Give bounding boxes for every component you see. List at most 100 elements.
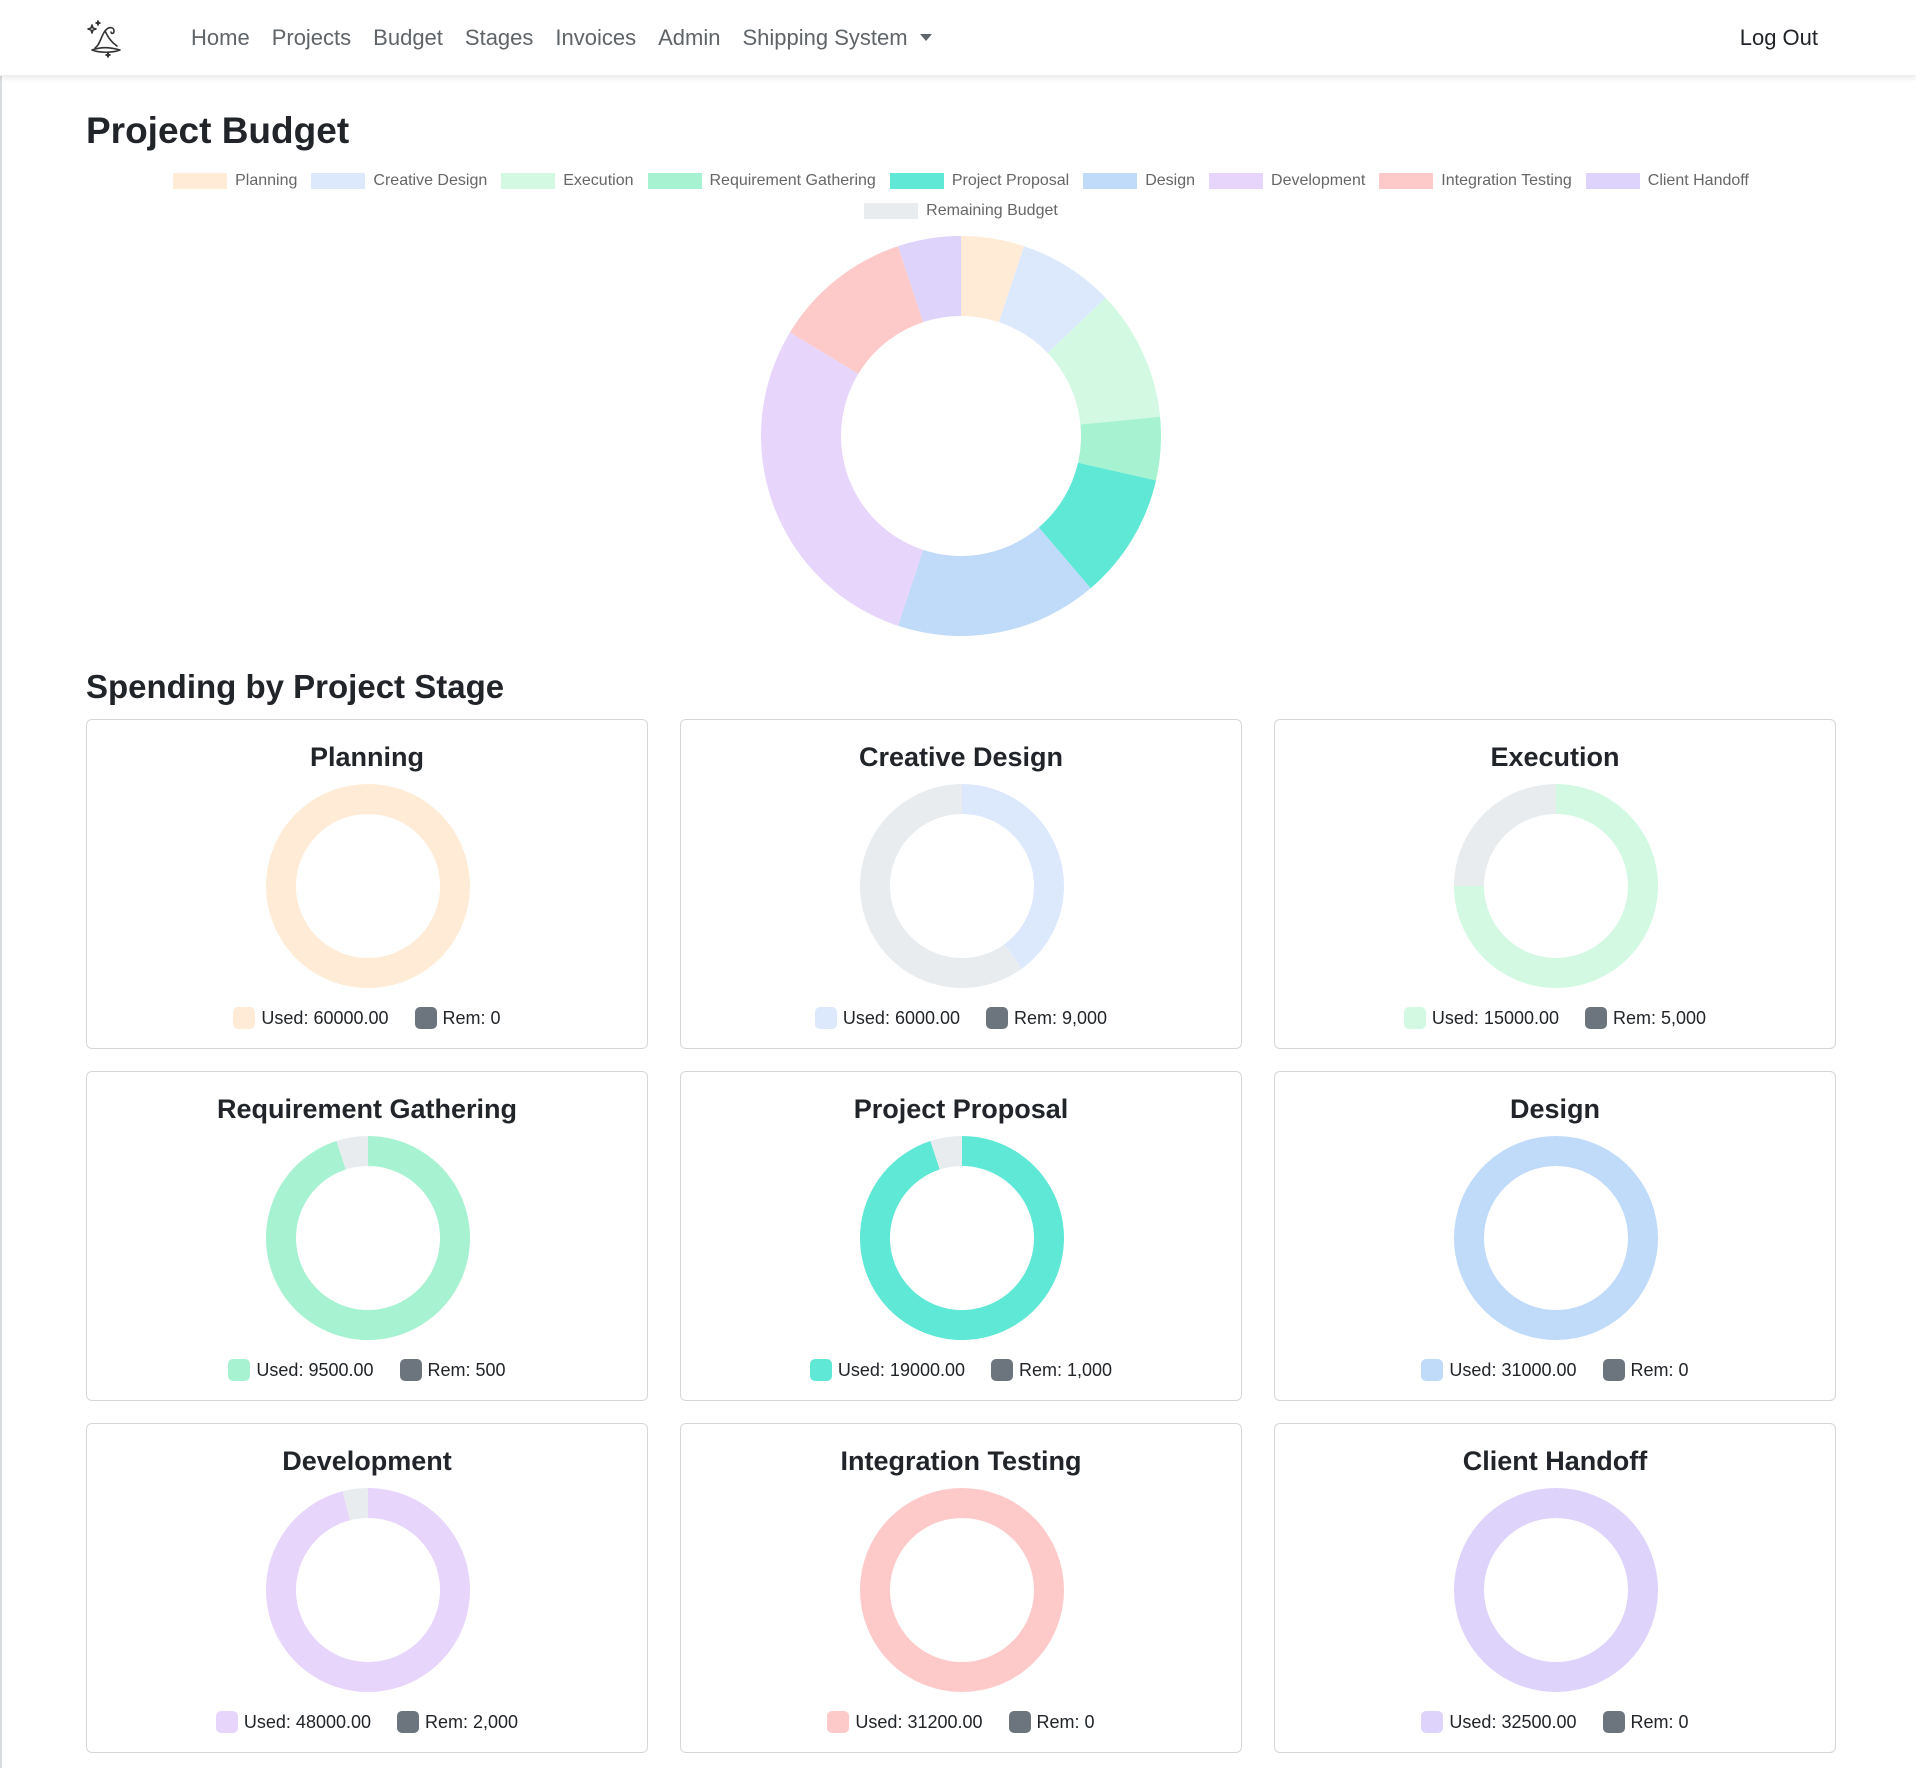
legend-item-used[interactable]: Used: 9500.00 [228, 1359, 374, 1381]
nav-link-budget[interactable]: Budget [373, 25, 443, 51]
nav-links: Home Projects Budget Stages Invoices Adm… [191, 0, 932, 76]
shipping-system-dropdown[interactable]: Shipping System [742, 25, 932, 51]
used-slice[interactable] [1454, 1136, 1658, 1340]
nav-link-admin[interactable]: Admin [658, 25, 720, 51]
legend-swatch [864, 202, 919, 219]
legend-dot [1421, 1359, 1444, 1381]
legend-item-execution[interactable]: Execution [501, 170, 634, 191]
logout-link[interactable]: Log Out [1740, 0, 1818, 76]
wizard-hat-logo-icon[interactable] [86, 18, 126, 58]
used-slice[interactable] [962, 784, 1064, 969]
legend-dot [1602, 1359, 1625, 1381]
legend-item-used[interactable]: Used: 31200.00 [827, 1711, 983, 1733]
legend-dot [1421, 1711, 1444, 1733]
legend-item-used[interactable]: Used: 15000.00 [1403, 1007, 1559, 1029]
used-slice[interactable] [1454, 1488, 1658, 1692]
stage-card-creative-design: Creative Design Used: 6000.00 Rem: 9,000 [680, 719, 1242, 1049]
legend-item-project-proposal[interactable]: Project Proposal [889, 170, 1069, 191]
legend-item-used[interactable]: Used: 60000.00 [233, 1007, 389, 1029]
legend-swatch [311, 172, 366, 189]
legend-label: Rem: 0 [1036, 1711, 1095, 1732]
nav-link-invoices[interactable]: Invoices [555, 25, 636, 51]
legend-dot [399, 1359, 422, 1381]
stage-card-legend: Used: 19000.00 Rem: 1,000 [681, 1359, 1241, 1381]
legend-item-used[interactable]: Used: 31000.00 [1421, 1359, 1577, 1381]
legend-label: Used: 31000.00 [1449, 1359, 1577, 1380]
legend-item-rem[interactable]: Rem: 5,000 [1585, 1007, 1706, 1029]
legend-dot [228, 1359, 251, 1381]
stage-card-execution: Execution Used: 15000.00 Rem: 5,000 [1274, 719, 1836, 1049]
legend-item-planning[interactable]: Planning [173, 170, 297, 191]
page-left-border [0, 0, 2, 1768]
legend-item-design[interactable]: Design [1083, 170, 1195, 191]
legend-item-requirement-gathering[interactable]: Requirement Gathering [647, 170, 876, 191]
slice-development[interactable] [761, 332, 924, 626]
stage-card-legend: Used: 32500.00 Rem: 0 [1275, 1711, 1835, 1733]
stage-card-title: Client Handoff [1462, 1446, 1648, 1476]
legend-item-rem[interactable]: Rem: 0 [414, 1007, 501, 1029]
legend-label: Rem: 0 [442, 1007, 501, 1028]
stage-card-legend: Used: 48000.00 Rem: 2,000 [87, 1711, 647, 1733]
legend-swatch [647, 172, 702, 189]
stage-card-integration-testing: Integration Testing Used: 31200.00 Rem: 0 [680, 1423, 1242, 1753]
legend-label: Execution [563, 171, 634, 189]
stage-card-title: Development [282, 1446, 452, 1476]
nav-link-projects[interactable]: Projects [272, 25, 351, 51]
stage-donut-chart [1454, 1488, 1658, 1692]
legend-item-integration-testing[interactable]: Integration Testing [1379, 170, 1572, 191]
legend-item-creative-design[interactable]: Creative Design [311, 170, 487, 191]
stage-card-client-handoff: Client Handoff Used: 32500.00 Rem: 0 [1274, 1423, 1836, 1753]
legend-dot [414, 1007, 437, 1029]
legend-item-rem[interactable]: Rem: 0 [1602, 1359, 1689, 1381]
legend-label: Remaining Budget [926, 201, 1058, 219]
project-budget-donut-chart [761, 236, 1161, 636]
stage-donut-chart [266, 1488, 470, 1692]
stage-card-legend: Used: 60000.00 Rem: 0 [87, 1007, 647, 1029]
legend-label: Rem: 0 [1630, 1711, 1689, 1732]
legend-item-used[interactable]: Used: 32500.00 [1421, 1711, 1577, 1733]
legend-item-used[interactable]: Used: 48000.00 [215, 1711, 371, 1733]
legend-label: Used: 19000.00 [837, 1359, 966, 1380]
legend-dot [233, 1007, 256, 1029]
legend-label: Planning [235, 171, 298, 189]
stage-card-legend: Used: 15000.00 Rem: 5,000 [1275, 1007, 1835, 1029]
stage-card-requirement-gathering: Requirement Gathering Used: 9500.00 Rem: 5… [86, 1071, 648, 1401]
remaining-slice[interactable] [1454, 784, 1556, 886]
legend-swatch [173, 172, 228, 189]
legend-dot [809, 1359, 832, 1381]
legend-label: Used: 6000.00 [842, 1007, 961, 1028]
legend-label: Requirement Gathering [709, 171, 876, 189]
legend-swatch [889, 172, 944, 189]
legend-item-rem[interactable]: Rem: 0 [1008, 1711, 1095, 1733]
legend-label: Client Handoff [1647, 171, 1749, 189]
legend-item-client-handoff[interactable]: Client Handoff [1585, 170, 1749, 191]
stage-card-legend: Used: 6000.00 Rem: 9,000 [681, 1007, 1241, 1029]
stage-card-legend: Used: 31000.00 Rem: 0 [1275, 1359, 1835, 1381]
stage-donut-chart [1454, 784, 1658, 988]
used-slice[interactable] [860, 1488, 1064, 1692]
legend-item-used[interactable]: Used: 19000.00 [809, 1359, 966, 1381]
legend-item-remaining-budget[interactable]: Remaining Budget [864, 200, 1058, 221]
legend-label: Rem: 500 [427, 1359, 506, 1380]
stage-card-title: Execution [1490, 742, 1620, 772]
used-slice[interactable] [266, 1136, 470, 1340]
section-title: Spending by Project Stage [86, 668, 505, 705]
legend-swatch [1585, 172, 1640, 189]
legend-item-rem[interactable]: Rem: 0 [1602, 1711, 1689, 1733]
stage-card-planning: Planning Used: 60000.00 Rem: 0 [86, 719, 648, 1049]
legend-item-rem[interactable]: Rem: 2,000 [397, 1711, 518, 1733]
legend-item-rem[interactable]: Rem: 500 [399, 1359, 506, 1381]
used-slice[interactable] [266, 784, 470, 988]
legend-item-used[interactable]: Used: 6000.00 [814, 1007, 961, 1029]
legend-swatch [501, 172, 556, 189]
legend-item-rem[interactable]: Rem: 9,000 [986, 1007, 1107, 1029]
used-slice[interactable] [860, 1136, 1064, 1340]
nav-link-home[interactable]: Home [191, 25, 250, 51]
shipping-system-label: Shipping System [742, 25, 908, 50]
used-slice[interactable] [266, 1488, 470, 1692]
legend-swatch [1209, 172, 1264, 189]
legend-item-rem[interactable]: Rem: 1,000 [991, 1359, 1112, 1381]
legend-item-development[interactable]: Development [1209, 170, 1365, 191]
page-title: Project Budget [86, 110, 350, 151]
nav-link-stages[interactable]: Stages [465, 25, 534, 51]
